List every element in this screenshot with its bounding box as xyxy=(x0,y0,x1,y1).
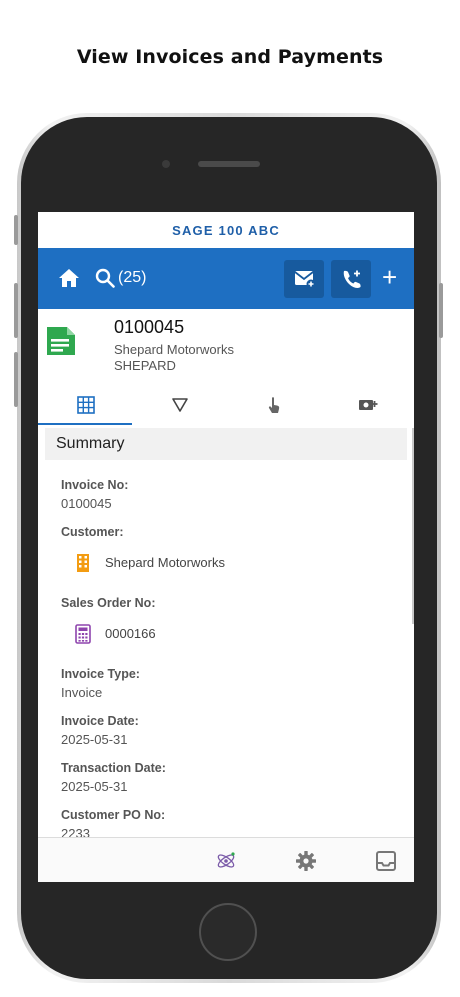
document-icon xyxy=(47,327,75,355)
payment-icon xyxy=(359,400,378,410)
gear-icon[interactable] xyxy=(295,850,317,872)
invoice-date-value: 2025-05-31 xyxy=(61,732,128,747)
grid-icon xyxy=(77,396,95,414)
sales-order-label: Sales Order No: xyxy=(61,596,156,610)
tab-payments[interactable] xyxy=(320,389,414,425)
record-header: 0100045 Shepard Motorworks SHEPARD xyxy=(38,309,414,389)
customer-value: Shepard Motorworks xyxy=(105,555,225,570)
app-screen: SAGE 100 ABC (25) + 0100045 Shepard Moto… xyxy=(38,212,414,882)
invoice-no-value: 0100045 xyxy=(61,496,112,511)
invoice-date-label: Invoice Date: xyxy=(61,714,139,728)
scrollbar[interactable] xyxy=(412,428,414,624)
invoice-no-label: Invoice No: xyxy=(61,478,129,492)
phone-volume-up xyxy=(14,283,18,338)
record-id: 0100045 xyxy=(114,317,185,337)
call-add-button[interactable] xyxy=(331,260,371,298)
search-result-count[interactable]: (25) xyxy=(118,269,146,287)
email-add-icon xyxy=(294,271,316,289)
phone-power-button xyxy=(439,283,443,338)
earpiece-speaker xyxy=(198,161,260,167)
detail-tabs xyxy=(38,389,414,425)
inbox-icon[interactable] xyxy=(375,850,397,872)
phone-volume-down xyxy=(14,352,18,407)
app-title: SAGE 100 ABC xyxy=(172,223,280,238)
front-camera xyxy=(162,160,170,168)
record-customer-code: SHEPARD xyxy=(114,358,176,373)
search-icon[interactable] xyxy=(95,268,115,288)
tab-actions[interactable] xyxy=(226,389,320,425)
add-icon[interactable]: + xyxy=(382,262,397,292)
customer-po-label: Customer PO No: xyxy=(61,808,166,822)
summary-section-header: Summary xyxy=(45,428,407,460)
sales-order-value: 0000166 xyxy=(105,626,156,641)
calculator-icon xyxy=(75,624,91,644)
app-toolbar: (25) + xyxy=(38,248,414,309)
email-add-button[interactable] xyxy=(284,260,324,298)
phone-side-button xyxy=(14,215,18,245)
filter-icon xyxy=(172,398,188,412)
invoice-type-value: Invoice xyxy=(61,685,103,700)
atom-icon[interactable] xyxy=(215,850,237,872)
transaction-date-value: 2025-05-31 xyxy=(61,779,128,794)
tab-filter[interactable] xyxy=(132,389,226,425)
customer-label: Customer: xyxy=(61,525,124,539)
page-caption: View Invoices and Payments xyxy=(76,46,384,68)
touch-icon xyxy=(268,397,280,413)
transaction-date-label: Transaction Date: xyxy=(61,761,166,775)
phone-add-icon xyxy=(343,270,361,288)
home-button[interactable] xyxy=(199,903,257,961)
home-icon[interactable] xyxy=(58,268,80,288)
bottom-toolbar xyxy=(38,837,414,882)
summary-heading: Summary xyxy=(56,435,125,452)
building-icon xyxy=(77,554,89,572)
invoice-type-label: Invoice Type: xyxy=(61,667,140,681)
record-customer-name: Shepard Motorworks xyxy=(114,342,234,357)
tab-summary[interactable] xyxy=(38,389,132,425)
